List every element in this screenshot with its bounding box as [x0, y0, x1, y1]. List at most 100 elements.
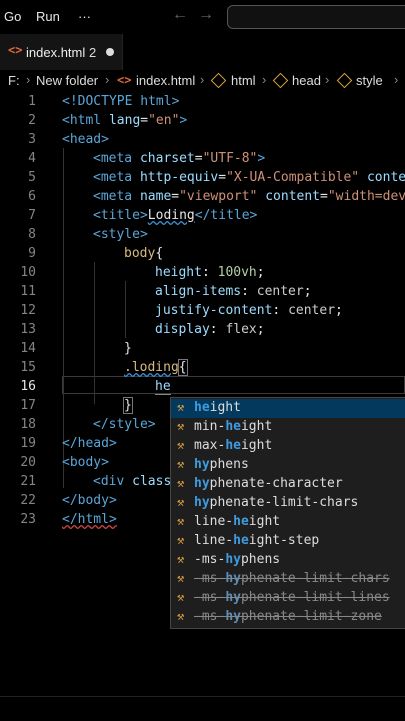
wrench-icon: ⚒ — [177, 457, 185, 471]
code-line: <body> — [62, 455, 109, 470]
code-token: flex — [225, 322, 257, 337]
chevron-right-icon: › — [325, 72, 330, 87]
suggestion-label: hyphenate-limit-chars — [194, 495, 358, 510]
code-token: "viewport" — [179, 189, 258, 204]
line-number: 4 — [28, 151, 36, 166]
suggestion-match: he — [233, 533, 249, 548]
wrench-icon: ⚒ — [177, 552, 185, 566]
code-token: <meta — [93, 189, 140, 204]
code-token: "en" — [148, 113, 180, 128]
dot-icon[interactable] — [106, 48, 114, 56]
code-token: http-equiv — [139, 170, 219, 185]
suggestion-item[interactable]: ⚒ hyphenate-limit-chars — [171, 494, 405, 513]
code-line: height: 100vh; — [155, 265, 265, 280]
wrench-icon: ⚒ — [177, 438, 185, 452]
menu-run[interactable]: Run — [36, 9, 60, 24]
suggestion-item[interactable]: ⚒ -ms-hyphenate-limit-zone — [171, 608, 405, 627]
code-token: he — [155, 379, 171, 395]
breadcrumb-folder[interactable]: New folder — [36, 73, 98, 88]
code-line: <meta http-equiv="X-UA-Compatible" conte… — [93, 170, 405, 185]
code-token: "X-UA-Compatible" — [226, 170, 360, 185]
code-token: : — [272, 303, 289, 318]
line-number: 5 — [28, 170, 36, 185]
breadcrumb-file[interactable]: index.html — [136, 73, 195, 88]
status-bar — [0, 696, 405, 721]
chevron-right-icon: › — [26, 72, 31, 87]
breadcrumb-style[interactable]: style — [356, 73, 383, 88]
suggestion-suffix: ight — [209, 400, 241, 415]
breadcrumb-html[interactable]: html — [231, 73, 256, 88]
suggestion-label: height — [194, 400, 241, 415]
tab-index-html[interactable]: <> index.html 2 — [0, 34, 123, 70]
suggestion-label: hyphens — [194, 457, 249, 472]
suggestion-item[interactable]: ⚒ -ms-hyphenate-limit-lines — [171, 589, 405, 608]
code-token: </style> — [93, 417, 156, 432]
suggestion-match: hy — [225, 552, 241, 567]
suggestion-match: he — [225, 419, 241, 434]
suggestion-prefix: min- — [194, 419, 226, 434]
arrow-right-icon[interactable]: → — [198, 6, 214, 24]
suggestion-item[interactable]: ⚒ hyphenate-character — [171, 475, 405, 494]
code-line: } — [124, 341, 132, 356]
suggestion-match: he — [194, 400, 210, 415]
menu-bar: Go Run ··· ← → — [0, 0, 405, 34]
code-token: > — [179, 113, 188, 128]
element-icon — [336, 72, 353, 89]
breadcrumb-head[interactable]: head — [292, 73, 321, 88]
arrow-left-icon[interactable]: ← — [172, 6, 188, 24]
code-token: <style> — [93, 227, 148, 242]
code-token: 100vh — [217, 265, 257, 280]
suggestion-item[interactable]: ⚒ -ms-hyphens — [171, 551, 405, 570]
suggestion-item[interactable]: ⚒ line-height-step — [171, 532, 405, 551]
line-number: 20 — [20, 455, 36, 470]
command-center-search[interactable] — [227, 5, 405, 29]
code-token: ; — [256, 322, 265, 337]
breadcrumb: F: › New folder › <> index.html › html ›… — [0, 70, 405, 92]
element-icon — [210, 72, 227, 89]
suggestion-item[interactable]: ⚒ height — [171, 399, 405, 418]
code-token: <body> — [62, 455, 109, 470]
suggestion-label: line-height-step — [194, 533, 319, 548]
line-number: 14 — [20, 341, 36, 356]
tab-label: index.html — [26, 45, 86, 60]
suggestion-prefix: -ms- — [194, 590, 226, 605]
line-number: 18 — [20, 417, 36, 432]
suggestion-label: hyphenate-character — [194, 476, 343, 491]
suggestion-suffix: phenate-limit-zone — [240, 609, 382, 624]
suggestion-item[interactable]: ⚒ min-height — [171, 418, 405, 437]
suggestion-item[interactable]: ⚒ hyphens — [171, 456, 405, 475]
code-token: = — [171, 189, 180, 204]
code-token: content — [265, 189, 321, 204]
wrench-icon: ⚒ — [177, 400, 185, 414]
wrench-icon: ⚒ — [177, 419, 185, 433]
code-line: <title>Loding</title> — [93, 208, 257, 223]
wrench-icon: ⚒ — [177, 609, 185, 623]
code-token: </body> — [62, 493, 117, 508]
code-token: <html — [62, 113, 109, 128]
code-token: lang — [108, 113, 141, 128]
line-number: 6 — [28, 189, 36, 204]
html-icon: <> — [8, 43, 23, 57]
chevron-right-icon: › — [105, 72, 110, 87]
breadcrumb-drive[interactable]: F: — [8, 73, 20, 88]
menu-more[interactable]: ··· — [78, 9, 91, 24]
code-line: </head> — [62, 436, 117, 451]
code-line: justify-content: center; — [155, 303, 343, 318]
suggestion-item[interactable]: ⚒ -ms-hyphenate-limit-chars — [171, 570, 405, 589]
suggestion-item[interactable]: ⚒ max-height — [171, 437, 405, 456]
suggestion-item[interactable]: ⚒ line-height — [171, 513, 405, 532]
code-token: display — [155, 322, 210, 337]
code-token: .loding — [124, 360, 179, 375]
menu-go[interactable]: Go — [4, 9, 21, 24]
suggestion-prefix: line- — [194, 533, 234, 548]
code-token: <meta — [93, 151, 140, 166]
line-number: 21 — [20, 474, 36, 489]
code-token: <div — [93, 474, 133, 489]
wrench-icon: ⚒ — [177, 590, 185, 604]
code-token: <head> — [62, 132, 109, 147]
suggestion-suffix: ight — [248, 514, 281, 529]
suggestion-label: -ms-hyphenate-limit-chars — [194, 571, 390, 586]
suggestion-match: hy — [225, 590, 241, 605]
code-token: : — [201, 265, 218, 280]
